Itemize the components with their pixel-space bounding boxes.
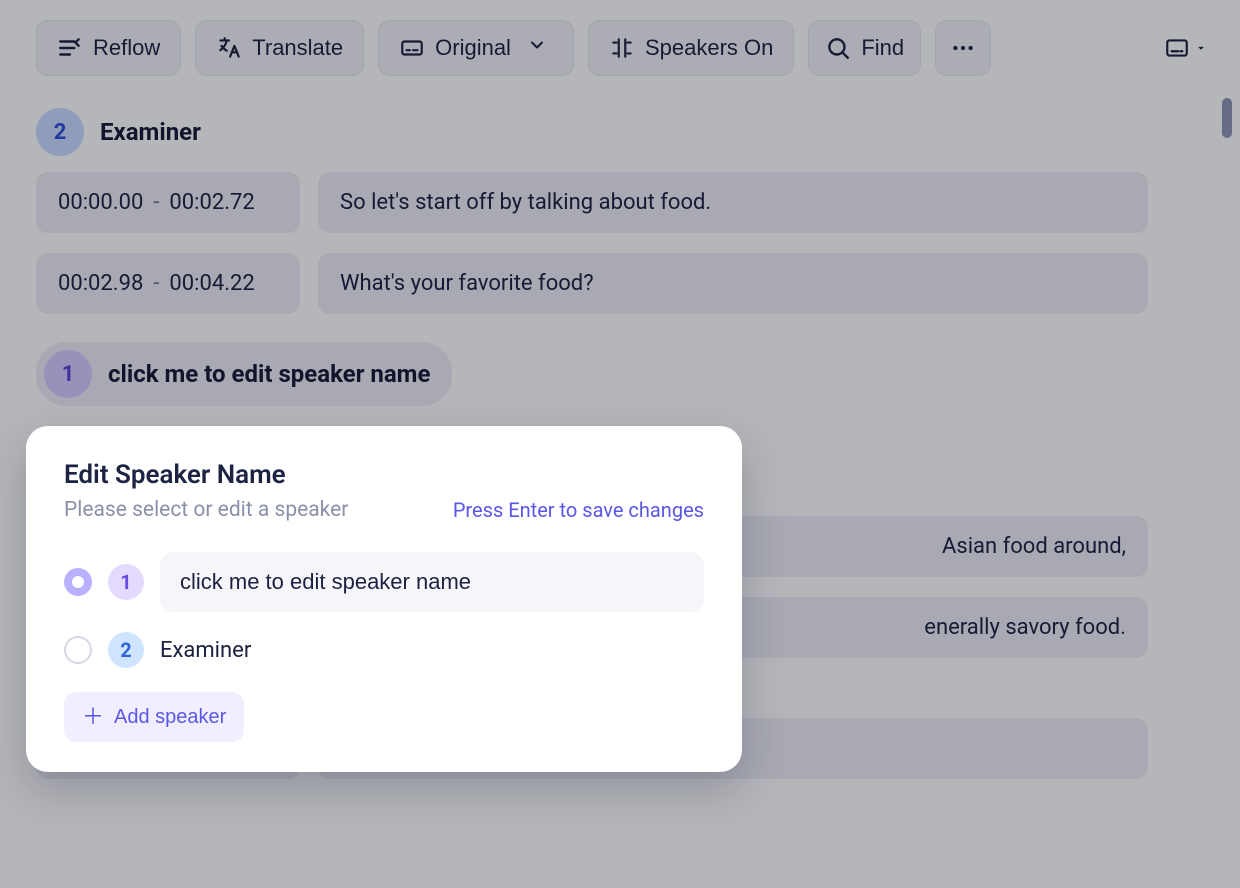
transcript-line: 00:02.98 - 00:04.22 What's your favorite… <box>36 253 1216 314</box>
search-icon <box>825 35 851 61</box>
radio-selected[interactable] <box>64 568 92 596</box>
find-button[interactable]: Find <box>808 20 921 76</box>
speaker-option-2[interactable]: 2 Examiner <box>64 622 704 678</box>
scrollbar-thumb[interactable] <box>1222 98 1232 138</box>
find-label: Find <box>861 35 904 61</box>
speaker-option-1[interactable]: 1 <box>64 542 704 622</box>
time-range[interactable]: 00:00.00 - 00:02.72 <box>36 172 300 233</box>
reflow-label: Reflow <box>93 35 160 61</box>
reflow-button[interactable]: Reflow <box>36 20 181 76</box>
speaker-name-label: click me to edit speaker name <box>108 360 430 388</box>
chevron-down-icon <box>527 35 553 61</box>
speakers-label: Speakers On <box>645 35 773 61</box>
translate-icon <box>216 35 242 61</box>
more-button[interactable] <box>935 20 991 76</box>
add-speaker-label: Add speaker <box>114 706 226 729</box>
time-start: 00:02.98 <box>58 271 143 296</box>
speaker-name-label: Examiner <box>100 118 201 146</box>
speaker-option-label: Examiner <box>160 638 251 663</box>
speaker-name-input[interactable] <box>160 552 704 612</box>
time-dash: - <box>153 190 159 215</box>
popover-hint: Press Enter to save changes <box>453 498 704 522</box>
time-dash: - <box>153 271 159 296</box>
popover-title: Edit Speaker Name <box>64 460 704 490</box>
reflow-icon <box>57 35 83 61</box>
time-end: 00:04.22 <box>169 271 254 296</box>
caption-icon <box>399 35 425 61</box>
original-label: Original <box>435 35 511 61</box>
speaker-badge-1: 1 <box>44 350 92 398</box>
more-horizontal-icon <box>950 35 976 61</box>
speaker-tag-1: 1 <box>108 564 144 600</box>
translate-button[interactable]: Translate <box>195 20 364 76</box>
speakers-toggle-button[interactable]: Speakers On <box>588 20 794 76</box>
edit-speaker-popover: Edit Speaker Name Please select or edit … <box>26 426 742 772</box>
speaker-badge-2: 2 <box>36 108 84 156</box>
layout-icon <box>1164 35 1208 61</box>
popover-sub-row: Please select or edit a speaker Press En… <box>64 498 704 522</box>
toolbar: Reflow Translate Original Speakers On <box>0 0 1240 90</box>
original-dropdown-button[interactable]: Original <box>378 20 574 76</box>
radio-unselected[interactable] <box>64 636 92 664</box>
time-end: 00:02.72 <box>169 190 254 215</box>
plus-icon: ＋ <box>82 706 104 728</box>
transcript-line: 00:00.00 - 00:02.72 So let's start off b… <box>36 172 1216 233</box>
time-range[interactable]: 00:02.98 - 00:04.22 <box>36 253 300 314</box>
speakers-icon <box>609 35 635 61</box>
app-root: { "toolbar": { "reflow": "Reflow", "tran… <box>0 0 1240 888</box>
time-start: 00:00.00 <box>58 190 143 215</box>
speaker-tag-2: 2 <box>108 632 144 668</box>
speaker-header-examiner[interactable]: 2 Examiner <box>36 98 1216 172</box>
layout-dropdown-button[interactable] <box>1158 20 1214 76</box>
add-speaker-button[interactable]: ＋ Add speaker <box>64 692 244 742</box>
transcript-text[interactable]: So let's start off by talking about food… <box>318 172 1148 233</box>
translate-label: Translate <box>252 35 343 61</box>
popover-subtitle: Please select or edit a speaker <box>64 498 348 522</box>
transcript-text[interactable]: What's your favorite food? <box>318 253 1148 314</box>
speaker-header-editable[interactable]: 1 click me to edit speaker name <box>36 342 452 406</box>
